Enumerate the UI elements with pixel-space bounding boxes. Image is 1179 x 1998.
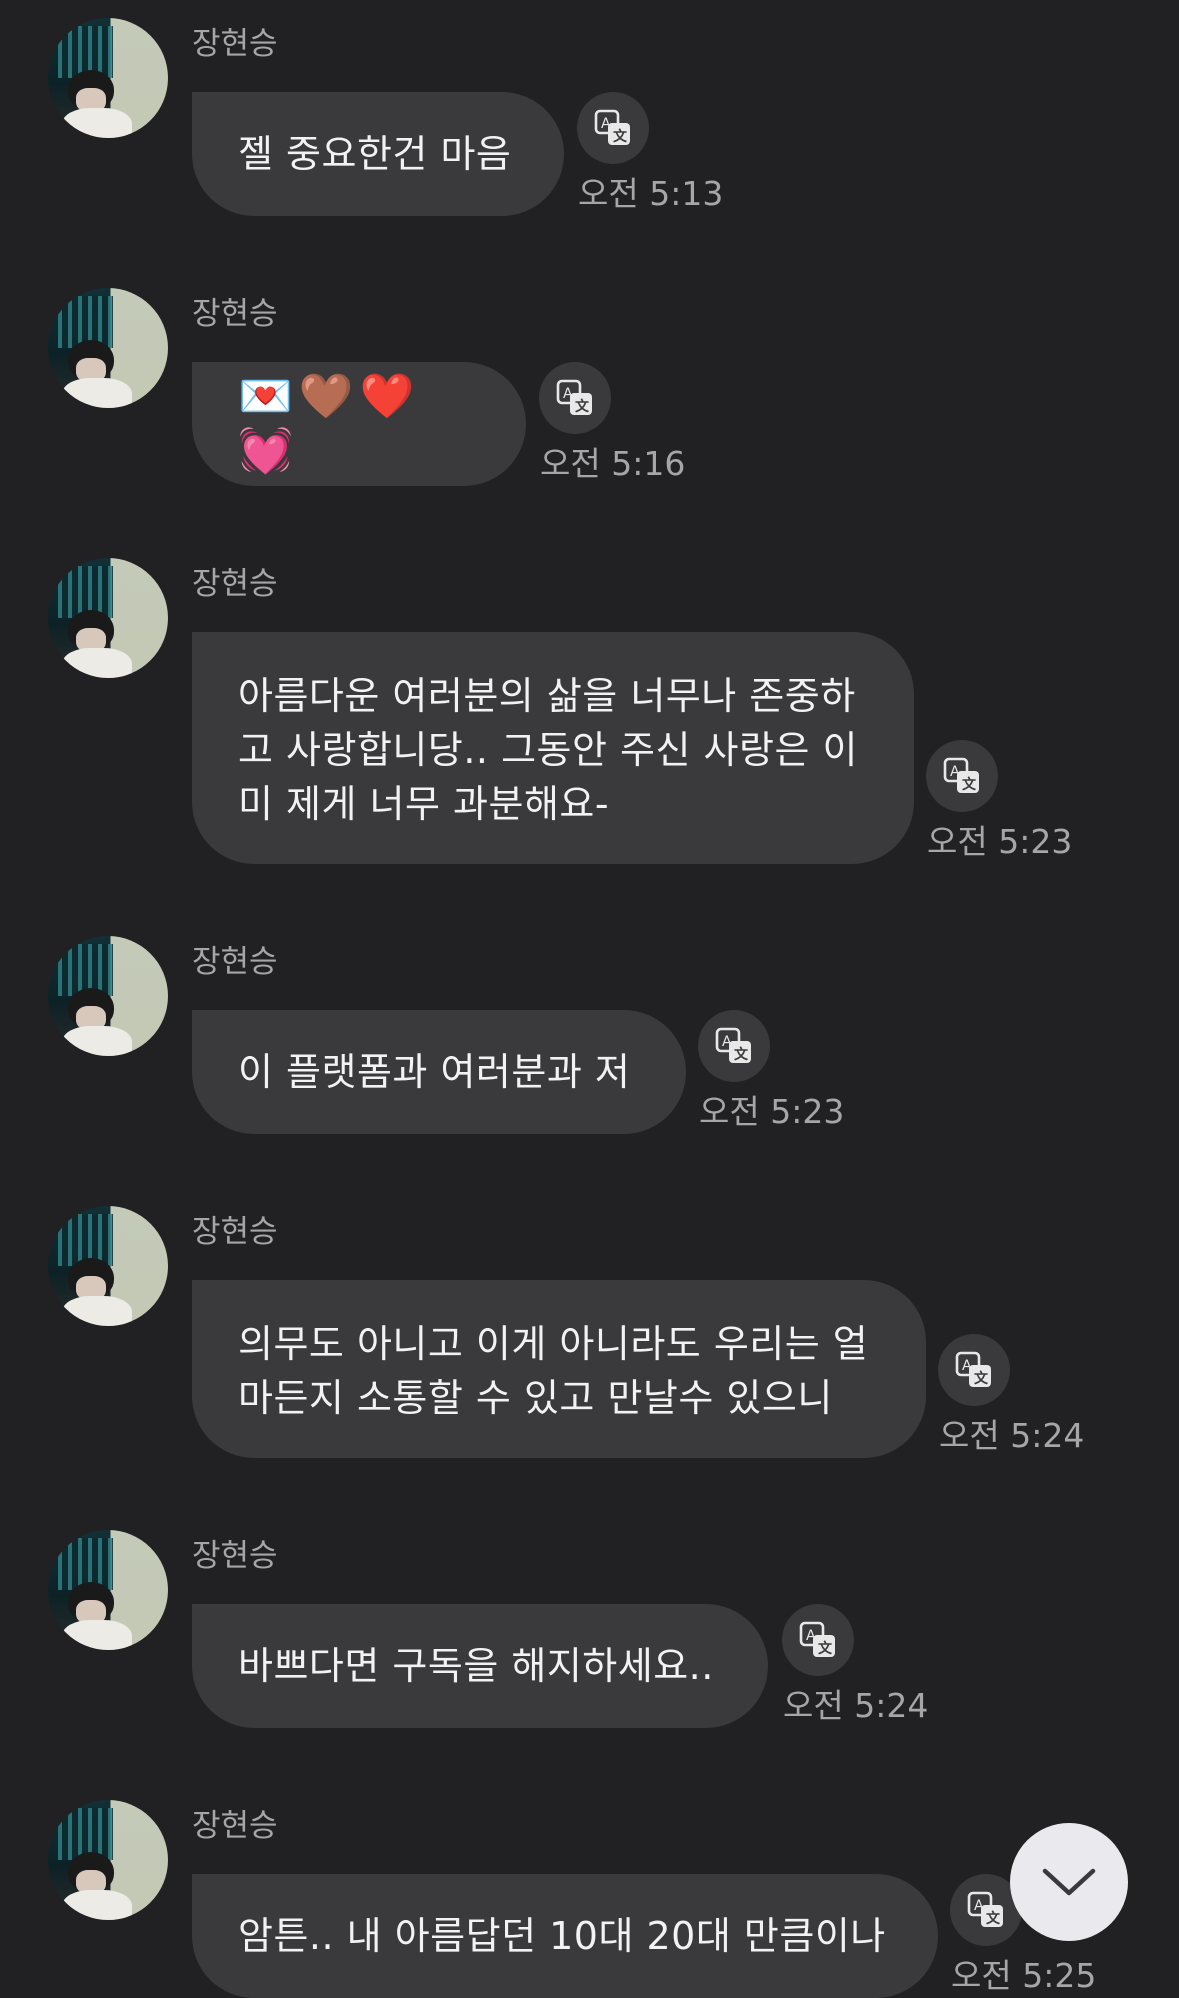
sender-name: 장현승	[192, 296, 278, 332]
sender-name: 장현승	[192, 566, 278, 602]
message-time: 오전 5:24	[939, 1416, 1085, 1455]
chat-message: 장현승 이 플랫폼과 여러분과 저 A文 오전 5:23	[0, 918, 1179, 1158]
sender-avatar[interactable]	[48, 558, 168, 678]
sender-name: 장현승	[192, 1538, 278, 1574]
message-bubble[interactable]: 이 플랫폼과 여러분과 저	[192, 1010, 686, 1134]
chevron-down-icon	[1042, 1868, 1096, 1896]
svg-text:文: 文	[986, 1910, 1001, 1927]
translate-button[interactable]: A文	[539, 362, 611, 434]
chat-message: 장현승 바쁘다면 구독을 해지하세요.. A文 오전 5:24	[0, 1512, 1179, 1752]
message-time: 오전 5:23	[699, 1092, 845, 1131]
translate-button[interactable]: A文	[938, 1334, 1010, 1406]
translate-button[interactable]: A文	[577, 92, 649, 164]
translate-icon: A文	[594, 109, 630, 145]
translate-icon: A文	[715, 1027, 751, 1063]
svg-text:文: 文	[818, 1640, 833, 1657]
chat-message: 장현승 암튼.. 내 아름답던 10대 20대 만큼이나 A文 오전 5:25	[0, 1782, 1179, 1998]
message-time: 오전 5:24	[783, 1686, 929, 1725]
translate-button[interactable]: A文	[698, 1010, 770, 1082]
svg-text:文: 文	[613, 128, 628, 145]
translate-button[interactable]: A文	[782, 1604, 854, 1676]
message-bubble[interactable]: 젤 중요한건 마음	[192, 92, 564, 216]
sender-avatar[interactable]	[48, 1800, 168, 1920]
svg-text:文: 文	[962, 776, 977, 793]
message-bubble[interactable]: 💌🤎❤️💓	[192, 362, 526, 486]
sender-name: 장현승	[192, 1808, 278, 1844]
sender-avatar[interactable]	[48, 18, 168, 138]
message-bubble[interactable]: 아름다운 여러분의 삶을 너무나 존중하 고 사랑합니당.. 그동안 주신 사랑…	[192, 632, 914, 864]
sender-avatar[interactable]	[48, 1530, 168, 1650]
message-bubble[interactable]: 암튼.. 내 아름답던 10대 20대 만큼이나	[192, 1874, 938, 1998]
chat-message: 장현승 젤 중요한건 마음 A文 오전 5:13	[0, 0, 1179, 240]
message-time: 오전 5:13	[578, 174, 724, 213]
translate-icon: A文	[799, 1621, 835, 1657]
message-time: 오전 5:16	[540, 444, 686, 483]
sender-name: 장현승	[192, 1214, 278, 1250]
chat-message: 장현승 💌🤎❤️💓 A文 오전 5:16	[0, 270, 1179, 510]
svg-text:文: 文	[575, 398, 590, 415]
svg-text:文: 文	[974, 1370, 989, 1387]
chat-message: 장현승 아름다운 여러분의 삶을 너무나 존중하 고 사랑합니당.. 그동안 주…	[0, 540, 1179, 900]
sender-avatar[interactable]	[48, 1206, 168, 1326]
sender-avatar[interactable]	[48, 288, 168, 408]
sender-name: 장현승	[192, 26, 278, 62]
translate-icon: A文	[943, 757, 979, 793]
sender-avatar[interactable]	[48, 936, 168, 1056]
message-bubble[interactable]: 의무도 아니고 이게 아니라도 우리는 얼 마든지 소통할 수 있고 만날수 있…	[192, 1280, 926, 1458]
svg-text:文: 文	[734, 1046, 749, 1063]
translate-icon: A文	[556, 379, 592, 415]
message-time: 오전 5:25	[951, 1956, 1097, 1995]
message-bubble[interactable]: 바쁘다면 구독을 해지하세요..	[192, 1604, 768, 1728]
message-time: 오전 5:23	[927, 822, 1073, 861]
scroll-to-bottom-button[interactable]	[1010, 1823, 1128, 1941]
translate-icon: A文	[955, 1351, 991, 1387]
chat-message: 장현승 의무도 아니고 이게 아니라도 우리는 얼 마든지 소통할 수 있고 만…	[0, 1188, 1179, 1488]
translate-icon: A文	[967, 1891, 1003, 1927]
translate-button[interactable]: A文	[926, 740, 998, 812]
sender-name: 장현승	[192, 944, 278, 980]
